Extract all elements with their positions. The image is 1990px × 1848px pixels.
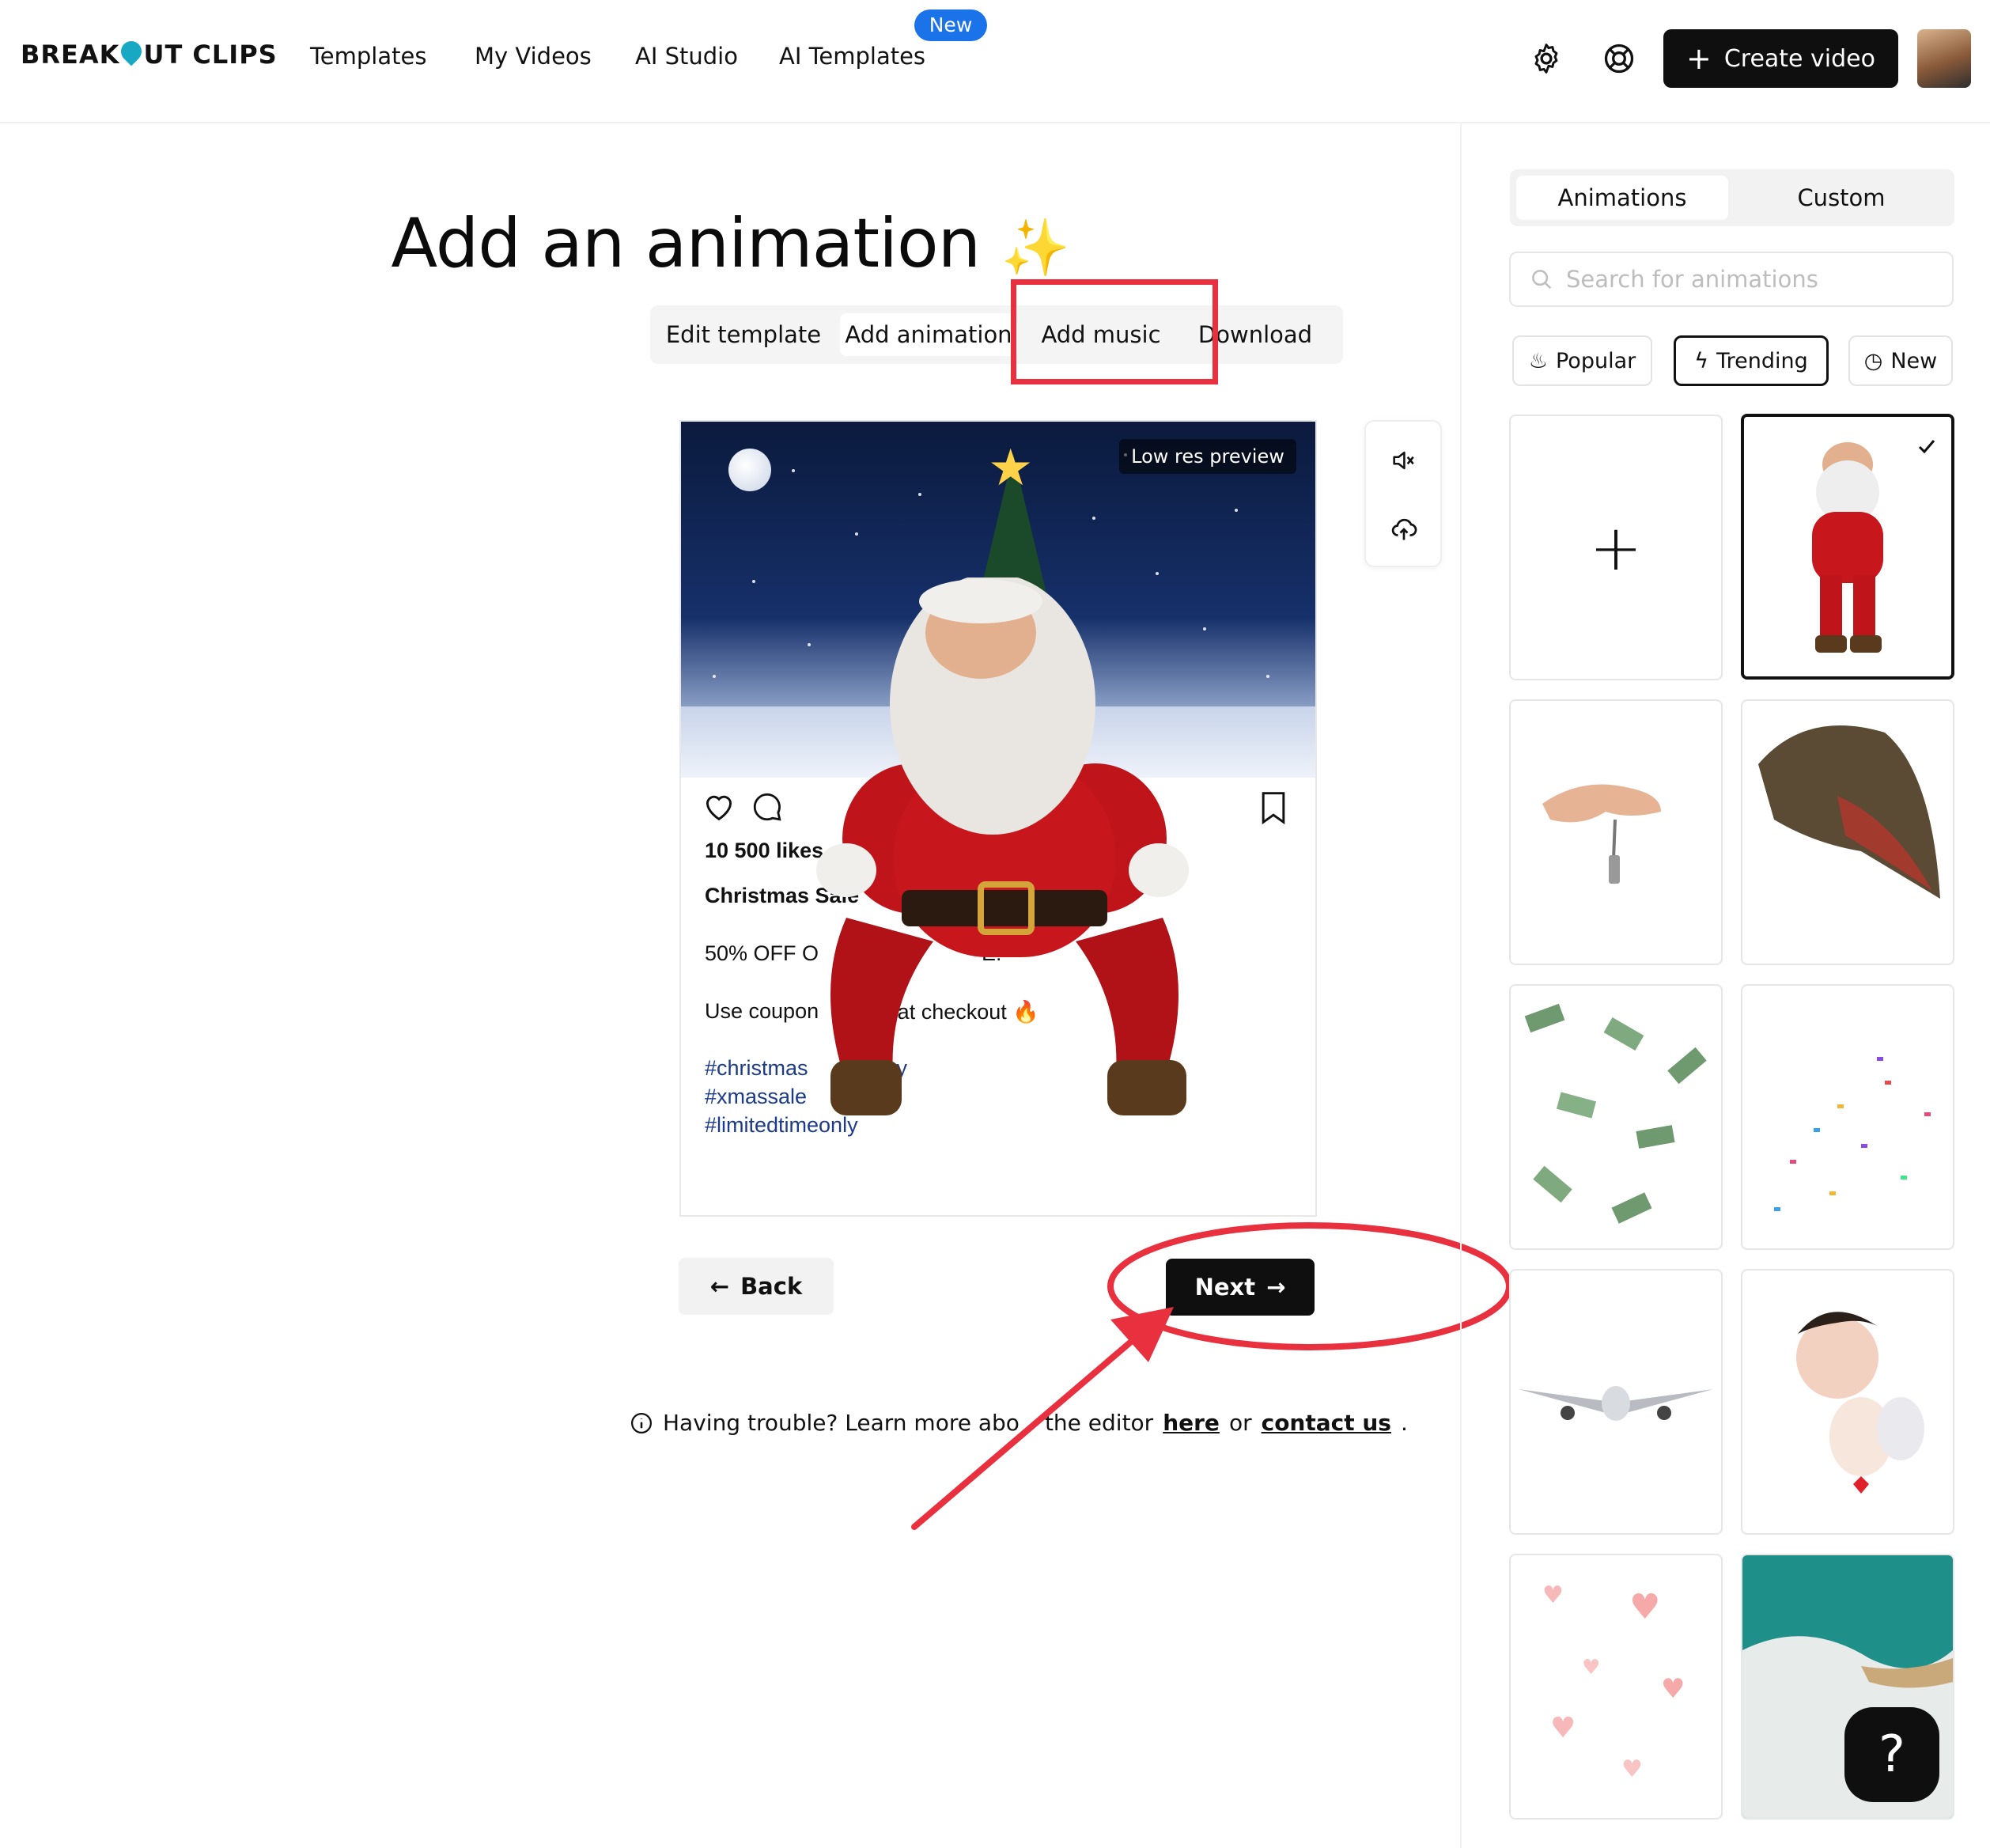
page-title: Add an animation ✨: [0, 204, 1460, 283]
plus-icon: +: [1685, 41, 1712, 76]
info-icon: [631, 1412, 652, 1433]
comment-icon: [753, 793, 781, 821]
panel-tabs: Animations Custom: [1510, 169, 1954, 226]
cupid-thumbnail: [1796, 1312, 1924, 1494]
svg-text:♥: ♥: [1550, 1712, 1576, 1744]
step-add-animation[interactable]: Add animation: [840, 313, 1017, 356]
create-video-button[interactable]: + Create video: [1663, 29, 1898, 88]
filter-label: New: [1890, 348, 1938, 373]
tab-custom[interactable]: Custom: [1735, 176, 1948, 220]
animation-search-field[interactable]: Search for animations: [1509, 252, 1954, 307]
filter-trending[interactable]: ϟ Trending: [1674, 335, 1829, 386]
page-title-text: Add an animation: [391, 204, 981, 283]
money-thumbnail: [1524, 1003, 1707, 1224]
tile-falling-money[interactable]: [1509, 984, 1723, 1250]
svg-text:♥: ♥: [1542, 1581, 1564, 1609]
contact-us-link[interactable]: contact us: [1262, 1410, 1391, 1436]
annotation-arrow-head: [1110, 1307, 1174, 1362]
svg-text:♥: ♥: [1661, 1673, 1685, 1705]
filter-popular[interactable]: ♨ Popular: [1512, 335, 1652, 386]
lifebuoy-support-icon[interactable]: [1602, 41, 1636, 76]
step-edit-template[interactable]: Edit template: [650, 313, 837, 356]
tile-santa[interactable]: [1741, 414, 1954, 680]
new-badge: New: [914, 9, 987, 41]
location-pin-icon: [117, 36, 146, 66]
tab-animations[interactable]: Animations: [1516, 176, 1728, 220]
tile-add-animation[interactable]: +: [1509, 415, 1723, 680]
filter-label: Popular: [1555, 348, 1636, 373]
help-text: Having trouble? Learn more abo the edito…: [630, 1410, 1408, 1436]
lightning-icon: ϟ: [1694, 348, 1709, 373]
tile-cupid[interactable]: [1741, 1269, 1954, 1535]
annotation-highlight-box: [1011, 279, 1218, 384]
hashtag: #christmas: [705, 1056, 808, 1080]
arrow-right-icon: →: [1266, 1274, 1286, 1301]
confetti-thumbnail: [1774, 1057, 1931, 1211]
next-label: Next: [1194, 1274, 1256, 1301]
hand-keys-thumbnail: [1542, 784, 1661, 884]
arrow-left-icon: ←: [709, 1273, 730, 1300]
sparkles-icon: ✨: [1001, 215, 1069, 280]
brand-logo[interactable]: BREAK UT CLIPS: [21, 36, 278, 70]
settings-gear-icon[interactable]: [1529, 41, 1564, 76]
svg-text:♥: ♥: [1582, 1656, 1600, 1679]
hearts-thumbnail: ♥ ♥ ♥ ♥ ♥ ♥: [1542, 1581, 1685, 1783]
help-middle: the editor: [1044, 1410, 1154, 1436]
tile-t-rex-head[interactable]: [1741, 699, 1954, 965]
nav-my-videos[interactable]: My Videos: [475, 43, 592, 70]
bookmark-icon: [1262, 792, 1285, 825]
step-tabs: Edit template Add animation Add music Do…: [650, 305, 1343, 364]
tile-confetti[interactable]: [1741, 984, 1954, 1250]
tile-hearts[interactable]: ♥ ♥ ♥ ♥ ♥ ♥: [1509, 1554, 1723, 1820]
tree-star-icon: ★: [988, 439, 1034, 498]
preview-side-tools: [1364, 420, 1442, 567]
tile-hand-with-keys[interactable]: [1509, 699, 1723, 965]
nav-ai-studio[interactable]: AI Studio: [635, 43, 738, 70]
santa-animation-overlay[interactable]: [799, 578, 1210, 1131]
t-rex-thumbnail: [1758, 725, 1940, 899]
nav-templates[interactable]: Templates: [310, 43, 426, 70]
svg-text:♥: ♥: [1629, 1587, 1660, 1627]
back-button[interactable]: ← Back: [679, 1258, 834, 1315]
help-chat-button[interactable]: ?: [1844, 1707, 1939, 1802]
filter-new[interactable]: ◷ New: [1848, 335, 1953, 386]
heart-icon: [706, 795, 732, 821]
search-icon: [1532, 270, 1552, 290]
help-prefix: Having trouble? Learn more abo: [663, 1410, 1020, 1436]
help-or: or: [1228, 1410, 1252, 1436]
top-header: BREAK UT CLIPS Templates My Videos AI Stu…: [0, 0, 1990, 123]
hashtag: #xmassale: [705, 1085, 808, 1108]
santa-thumbnail: [1744, 417, 1951, 676]
mute-speaker-icon[interactable]: [1390, 447, 1417, 474]
cloud-upload-icon[interactable]: [1390, 515, 1418, 543]
plus-icon: +: [1589, 510, 1643, 585]
svg-text:♥: ♥: [1621, 1755, 1643, 1783]
back-label: Back: [740, 1273, 803, 1300]
nav-ai-templates[interactable]: AI Templates: [779, 43, 925, 70]
clock-icon: ◷: [1863, 348, 1883, 373]
next-button[interactable]: Next →: [1166, 1259, 1315, 1316]
low-res-preview-badge: Low res preview: [1119, 439, 1296, 474]
flame-icon: ♨: [1528, 348, 1548, 373]
create-video-label: Create video: [1723, 44, 1875, 73]
help-end: .: [1400, 1410, 1408, 1436]
help-here-link[interactable]: here: [1163, 1410, 1220, 1436]
search-placeholder: Search for animations: [1566, 266, 1818, 293]
filter-label: Trending: [1716, 348, 1808, 373]
user-avatar[interactable]: [1917, 29, 1971, 88]
airplane-thumbnail: [1519, 1386, 1713, 1421]
tile-airplane[interactable]: [1509, 1269, 1723, 1535]
moon-shape: [728, 449, 771, 491]
